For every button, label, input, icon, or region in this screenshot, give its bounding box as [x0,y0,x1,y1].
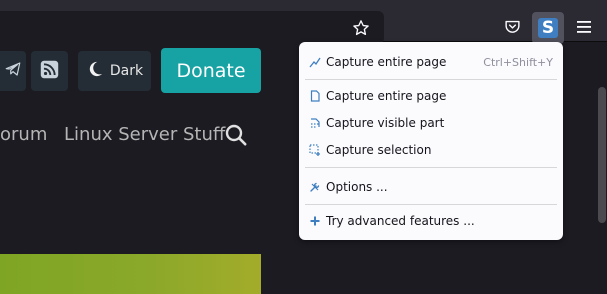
rss-button[interactable] [31,51,68,91]
dark-mode-toggle[interactable]: Dark [78,51,151,91]
menu-item-label: Capture entire page [326,89,447,103]
hamburger-menu-icon [576,19,592,38]
donate-button[interactable]: Donate [161,48,261,93]
screenshot-extension-menu: Capture entire page Ctrl+Shift+Y Capture… [299,42,563,240]
star-icon[interactable] [350,17,372,39]
screenshot-extension-icon: S [538,18,558,38]
menu-item-label: Capture entire page [326,55,447,69]
pocket-icon [504,18,521,39]
page-icon [309,90,321,102]
search-icon[interactable] [224,123,248,147]
scrollbar-thumb[interactable] [598,87,606,223]
nav-link-linux-server-stuff[interactable]: Linux Server Stuff [64,124,225,145]
moon-icon [86,60,104,82]
keyboard-shortcut: Ctrl+Shift+Y [483,55,553,69]
menu-separator [305,204,557,205]
menu-item-capture-selection[interactable]: Capture selection [299,138,563,162]
menu-item-capture-entire-page-shortcut[interactable]: Capture entire page Ctrl+Shift+Y [299,50,563,74]
capture-graph-icon [309,56,321,68]
pocket-button[interactable] [496,12,528,44]
menu-item-capture-entire-page[interactable]: Capture entire page [299,84,563,108]
telegram-button[interactable] [0,51,26,91]
visible-part-icon [309,117,321,129]
selection-icon [309,144,321,156]
menu-separator [305,167,557,168]
menu-item-label: Try advanced features ... [326,214,475,228]
menu-item-capture-visible-part[interactable]: Capture visible part [299,111,563,135]
screenshot-extension-button[interactable]: S [532,12,564,44]
menu-separator [305,79,557,80]
browser-toolbar: S [0,0,607,44]
menu-item-label: Capture selection [326,143,432,157]
nav-link-forum[interactable]: orum [0,124,47,145]
rss-icon [40,60,59,83]
hero-image [0,254,261,294]
url-bar[interactable] [0,11,384,44]
plus-icon [309,215,321,227]
app-menu-button[interactable] [568,12,600,44]
page-scrollbar[interactable] [596,42,607,291]
menu-item-options[interactable]: Options ... [299,175,563,199]
menu-item-try-advanced-features[interactable]: Try advanced features ... [299,209,563,233]
dark-mode-label: Dark [109,63,144,79]
tools-icon [309,181,321,193]
menu-item-label: Capture visible part [326,116,445,130]
telegram-icon [4,60,22,82]
menu-item-label: Options ... [326,180,388,194]
